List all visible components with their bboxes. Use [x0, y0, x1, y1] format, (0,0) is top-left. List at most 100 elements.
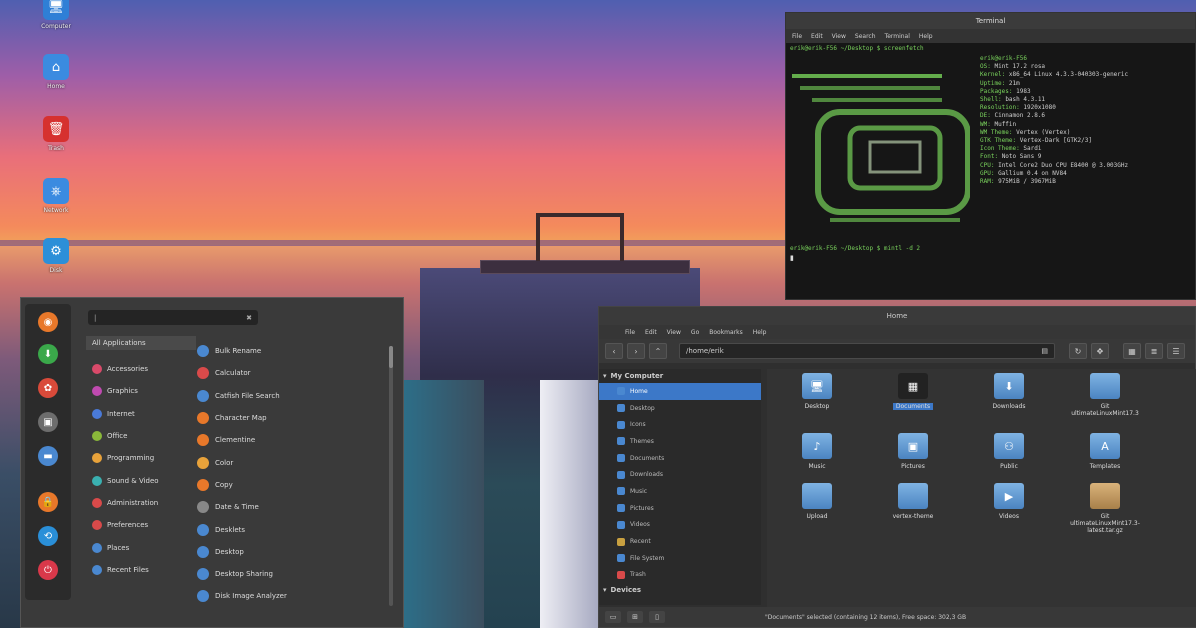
file-item[interactable]: ▦ Documents: [875, 373, 951, 410]
fm-menu-help[interactable]: Help: [753, 329, 767, 336]
terminal-menu-help[interactable]: Help: [919, 33, 933, 40]
desktop-icon-2[interactable]: 🗑 Trash: [36, 116, 76, 152]
terminal-output[interactable]: erik@erik-F56 ~/Desktop $ screenfetch: [786, 43, 1195, 55]
menu-category-2[interactable]: Graphics: [86, 380, 196, 402]
location-edit-icon[interactable]: ▤: [1041, 347, 1048, 355]
sidebar-item-documents[interactable]: Documents: [599, 450, 761, 467]
settings-icon[interactable]: ✿: [38, 378, 58, 398]
file-item[interactable]: ▣ Pictures: [875, 433, 951, 470]
hide-sidebar-button[interactable]: ▯: [649, 611, 665, 623]
logout-icon[interactable]: ⟲: [38, 526, 58, 546]
menu-category-10[interactable]: Recent Files: [86, 559, 196, 581]
sidebar-item-recent[interactable]: Recent: [599, 533, 761, 550]
menu-category-0[interactable]: All Applications: [86, 336, 196, 350]
file-item[interactable]: ▶ Videos: [971, 483, 1047, 520]
file-item[interactable]: vertex-theme: [875, 483, 951, 520]
folder-icon: [617, 454, 625, 463]
menu-app-item[interactable]: Catfish File Search: [197, 385, 387, 407]
file-manager-window[interactable]: Home File Edit View Go Bookmarks Help ‹ …: [598, 306, 1196, 628]
menu-category-6[interactable]: Sound & Video: [86, 469, 196, 491]
back-button[interactable]: ‹: [605, 343, 623, 359]
sidebar-item-trash[interactable]: Trash: [599, 567, 761, 584]
fm-menu-edit[interactable]: Edit: [645, 329, 657, 336]
menu-category-4[interactable]: Office: [86, 425, 196, 447]
desktop-icon-label: Home: [47, 83, 65, 90]
menu-scrollbar[interactable]: [389, 346, 393, 606]
desktop-icon-1[interactable]: ⌂ Home: [36, 54, 76, 90]
compact-view-button[interactable]: ☰: [1167, 343, 1185, 359]
terminal-menu-file[interactable]: File: [792, 33, 802, 40]
file-item[interactable]: ♪ Music: [779, 433, 855, 470]
file-item[interactable]: Upload: [779, 483, 855, 520]
menu-app-item[interactable]: Copy: [197, 474, 387, 496]
sidebar-item-desktop[interactable]: Desktop: [599, 400, 761, 417]
terminal-menu-edit[interactable]: Edit: [811, 33, 823, 40]
fm-menu-file[interactable]: File: [625, 329, 635, 336]
software-icon[interactable]: ⬇: [38, 344, 58, 364]
menu-app-item[interactable]: Calculator: [197, 362, 387, 384]
forward-button[interactable]: ›: [627, 343, 645, 359]
desktop-icon-3[interactable]: ⎈ Network: [36, 178, 76, 214]
toggle-location-button[interactable]: ✥: [1091, 343, 1109, 359]
menu-category-7[interactable]: Administration: [86, 492, 196, 514]
menu-category-3[interactable]: Internet: [86, 403, 196, 425]
screenfetch-key: Packages:: [980, 87, 1013, 95]
sidebar-item-videos[interactable]: Videos: [599, 517, 761, 534]
sidebar-item-pictures[interactable]: Pictures: [599, 500, 761, 517]
terminal-menu-search[interactable]: Search: [855, 33, 876, 40]
sidebar-section-my-computer[interactable]: ▾ My Computer: [599, 369, 761, 383]
file-label: Downloads: [992, 403, 1026, 410]
file-item[interactable]: 🖥 Desktop: [779, 373, 855, 410]
menu-app-item[interactable]: Disk Image Analyzer: [197, 585, 387, 607]
terminal-menu-terminal[interactable]: Terminal: [885, 33, 910, 40]
menu-app-item[interactable]: Character Map: [197, 407, 387, 429]
menu-category-9[interactable]: Places: [86, 536, 196, 558]
terminal-icon[interactable]: ▣: [38, 412, 58, 432]
firefox-icon[interactable]: ◉: [38, 312, 58, 332]
fm-menu-view[interactable]: View: [667, 329, 681, 336]
file-item[interactable]: Git ultimateLinuxMint17.3: [1067, 373, 1143, 417]
power-icon[interactable]: ⏻: [38, 560, 58, 580]
file-manager-sidebar: ▾ My Computer Home Desktop Icons Themes Docum…: [599, 369, 761, 605]
desktop-icon-0[interactable]: 🖥 Computer: [36, 0, 76, 30]
sidebar-item-file-system[interactable]: File System: [599, 550, 761, 567]
file-item[interactable]: Git ultimateLinuxMint17.3-latest.tar.gz: [1067, 483, 1143, 534]
menu-app-item[interactable]: Desklets: [197, 518, 387, 540]
show-places-button[interactable]: ▭: [605, 611, 621, 623]
menu-search-input[interactable]: | ✖: [88, 310, 258, 325]
desktop-icon-4[interactable]: ⚙ Disk: [36, 238, 76, 274]
menu-category-5[interactable]: Programming: [86, 447, 196, 469]
sidebar-section-devices[interactable]: ▾ Devices: [599, 583, 761, 597]
menu-app-item[interactable]: Desktop: [197, 541, 387, 563]
menu-category-8[interactable]: Preferences: [86, 514, 196, 536]
file-item[interactable]: A Templates: [1067, 433, 1143, 470]
menu-app-item[interactable]: Desktop Sharing: [197, 563, 387, 585]
menu-app-item[interactable]: Bulk Rename: [197, 340, 387, 362]
fm-menu-bookmarks[interactable]: Bookmarks: [709, 329, 743, 336]
terminal-menu-view[interactable]: View: [832, 33, 846, 40]
clear-search-icon[interactable]: ✖: [246, 314, 252, 322]
file-manager-toolbar: ‹ › ⌃ /home/erik ▤ ↻ ✥ ▦ ≣ ☰: [599, 339, 1195, 363]
menu-app-item[interactable]: Color: [197, 451, 387, 473]
sidebar-item-downloads[interactable]: Downloads: [599, 466, 761, 483]
file-item[interactable]: ⬇ Downloads: [971, 373, 1047, 410]
location-bar[interactable]: /home/erik ▤: [679, 343, 1055, 359]
icon-view-button[interactable]: ▦: [1123, 343, 1141, 359]
menu-category-1[interactable]: Accessories: [86, 358, 196, 380]
files-icon[interactable]: ▬: [38, 446, 58, 466]
reload-button[interactable]: ↻: [1069, 343, 1087, 359]
show-tree-button[interactable]: ⊞: [627, 611, 643, 623]
menu-app-item[interactable]: Clementine: [197, 429, 387, 451]
sidebar-item-home[interactable]: Home: [599, 383, 761, 400]
menu-app-item[interactable]: Date & Time: [197, 496, 387, 518]
lock-icon[interactable]: 🔒: [38, 492, 58, 512]
up-button[interactable]: ⌃: [649, 343, 667, 359]
file-item[interactable]: ⚇ Public: [971, 433, 1047, 470]
fm-menu-go[interactable]: Go: [691, 329, 699, 336]
sidebar-item-music[interactable]: Music: [599, 483, 761, 500]
terminal-titlebar[interactable]: Terminal: [786, 13, 1195, 29]
sidebar-item-icons[interactable]: Icons: [599, 416, 761, 433]
file-manager-titlebar[interactable]: Home: [599, 307, 1195, 325]
list-view-button[interactable]: ≣: [1145, 343, 1163, 359]
sidebar-item-themes[interactable]: Themes: [599, 433, 761, 450]
